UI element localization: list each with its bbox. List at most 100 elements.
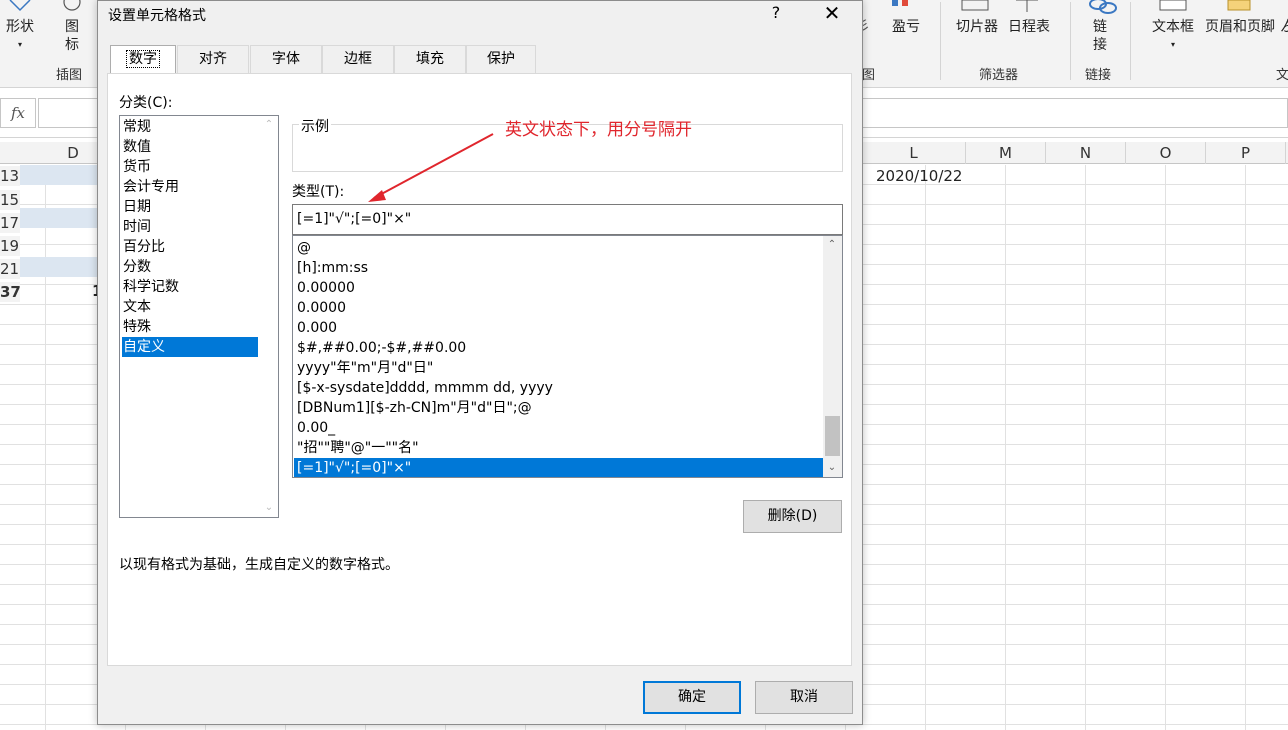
format-item-selected[interactable]: [=1]"√";[=0]"×" — [294, 458, 824, 477]
category-custom[interactable]: 自定义 — [122, 337, 258, 357]
row-header[interactable]: 15 — [0, 190, 20, 210]
insert-function-icon[interactable]: fx — [0, 98, 36, 128]
format-item[interactable]: 0.00000 — [294, 278, 824, 298]
category-scrollbar[interactable]: ⌃ ⌄ — [260, 116, 278, 517]
link-button[interactable]: 链 接 — [1088, 18, 1112, 54]
column-header-d[interactable]: D — [45, 142, 102, 164]
tab-alignment[interactable]: 对齐 — [177, 45, 249, 73]
icons-icon — [63, 0, 81, 11]
dropdown-arrow-icon: ▾ — [17, 40, 22, 49]
description-text: 以现有格式为基础，生成自定义的数字格式。 — [119, 557, 399, 573]
tab-number[interactable]: 数字 — [110, 45, 176, 74]
textbox-icon — [1159, 0, 1187, 11]
timeline-icon — [1016, 0, 1038, 12]
row-header[interactable]: 19 — [0, 236, 20, 256]
timeline-button[interactable]: 日程表 — [1004, 18, 1054, 36]
format-item[interactable]: [DBNum1][$-zh-CN]m"月"d"日";@ — [294, 398, 824, 418]
category-time[interactable]: 时间 — [122, 217, 258, 237]
category-special[interactable]: 特殊 — [122, 317, 258, 337]
category-date[interactable]: 日期 — [122, 197, 258, 217]
banded-row — [20, 257, 98, 277]
category-number[interactable]: 数值 — [122, 137, 258, 157]
row-header[interactable]: 21 — [0, 259, 20, 279]
column-header-n[interactable]: N — [1046, 142, 1126, 164]
ribbon-separator — [1130, 2, 1131, 80]
annotation-arrow-icon — [368, 133, 494, 202]
slicer-icon — [961, 0, 989, 11]
category-scientific[interactable]: 科学记数 — [122, 277, 258, 297]
tab-protection[interactable]: 保护 — [466, 45, 536, 73]
help-button[interactable]: ? — [766, 3, 786, 22]
format-item[interactable]: $#,##0.00;-$#,##0.00 — [294, 338, 824, 358]
icons-button[interactable]: 图 标 — [58, 18, 86, 54]
format-item[interactable]: yyyy"年"m"月"d"日" — [294, 358, 824, 378]
dropdown-arrow-icon: ▾ — [1170, 40, 1175, 49]
slicer-button[interactable]: 切片器 — [952, 18, 1002, 36]
tab-fill[interactable]: 填充 — [394, 45, 466, 73]
scroll-up-icon[interactable]: ⌃ — [823, 236, 841, 254]
ribbon-separator — [1070, 2, 1071, 80]
format-item[interactable]: 0.0000 — [294, 298, 824, 318]
scroll-up-icon[interactable]: ⌃ — [260, 116, 278, 134]
row-header[interactable]: 37 — [0, 282, 21, 302]
dialog-title: 设置单元格格式 — [108, 8, 206, 24]
header-footer-icon — [1227, 0, 1251, 11]
scrollbar-thumb[interactable] — [825, 416, 840, 456]
sparklines-group-label: 图 — [862, 68, 876, 83]
textbox-button[interactable]: 文本框 ▾ — [1148, 18, 1198, 54]
icons-label-1: 图 — [65, 19, 79, 35]
sparkline-icon — [892, 0, 908, 6]
filters-group-label: 筛选器 — [979, 68, 1019, 83]
type-input[interactable]: [=1]"√";[=0]"×" — [292, 204, 843, 235]
close-icon[interactable]: ✕ — [820, 1, 844, 25]
category-general[interactable]: 常规 — [122, 117, 258, 137]
links-group-label: 链接 — [1085, 68, 1112, 83]
link-icon — [1089, 0, 1117, 14]
scroll-down-icon[interactable]: ⌄ — [260, 499, 278, 517]
illustrations-group-label: 插图 — [56, 68, 83, 83]
format-item[interactable]: "招""聘"@"一""名" — [294, 438, 824, 458]
row-header[interactable]: 13 — [0, 166, 20, 186]
category-currency[interactable]: 货币 — [122, 157, 258, 177]
link-label-2: 接 — [1093, 37, 1107, 53]
category-percentage[interactable]: 百分比 — [122, 237, 258, 257]
shapes-label: 形状 — [6, 19, 34, 35]
banded-row — [20, 208, 98, 228]
header-footer-button[interactable]: 页眉和页脚 — [1200, 18, 1280, 36]
delete-button[interactable]: 删除(D) — [743, 500, 842, 533]
annotation-text: 英文状态下，用分号隔开 — [505, 120, 692, 140]
text-group-label: 文 — [1276, 68, 1288, 83]
scroll-down-icon[interactable]: ⌄ — [823, 459, 841, 477]
row-header[interactable]: 17 — [0, 213, 20, 233]
format-code-list[interactable]: @ [h]:mm:ss 0.00000 0.0000 0.000 $#,##0.… — [292, 235, 843, 478]
format-item[interactable]: 0.000 — [294, 318, 824, 338]
category-list[interactable]: 常规 数值 货币 会计专用 日期 时间 百分比 分数 科学记数 文本 特殊 自定… — [119, 115, 279, 518]
link-label-1: 链 — [1093, 19, 1107, 35]
cancel-button[interactable]: 取消 — [755, 681, 853, 714]
sample-label: 示例 — [299, 116, 331, 136]
column-header-m[interactable]: M — [966, 142, 1046, 164]
cell-l-date[interactable]: 2020/10/22 — [876, 167, 962, 185]
category-label: 分类(C): — [119, 95, 173, 111]
format-item[interactable]: [$-x-sysdate]dddd, mmmm dd, yyyy — [294, 378, 824, 398]
category-accounting[interactable]: 会计专用 — [122, 177, 258, 197]
icons-label-2: 标 — [65, 37, 79, 53]
format-item[interactable]: @ — [294, 238, 824, 258]
column-header-p[interactable]: P — [1206, 142, 1286, 164]
format-cells-dialog: 设置单元格格式 ? ✕ 数字 对齐 字体 边框 填充 保护 分类(C): 常规 … — [97, 0, 863, 725]
format-item[interactable]: [h]:mm:ss — [294, 258, 824, 278]
tab-border[interactable]: 边框 — [322, 45, 394, 73]
format-item[interactable]: 0.00_ — [294, 418, 824, 438]
tab-font[interactable]: 字体 — [250, 45, 322, 73]
category-fraction[interactable]: 分数 — [122, 257, 258, 277]
format-list-scrollbar[interactable]: ⌃ ⌄ — [823, 236, 842, 477]
win-loss-button[interactable]: 盈亏 — [888, 18, 924, 36]
shapes-button[interactable]: 形状 ▾ — [2, 18, 38, 54]
ok-button[interactable]: 确定 — [643, 681, 741, 714]
shapes-icon — [9, 0, 31, 12]
column-header-l[interactable]: L — [862, 142, 966, 164]
tab-number-label: 数字 — [126, 50, 160, 68]
column-header-o[interactable]: O — [1126, 142, 1206, 164]
type-label: 类型(T): — [292, 184, 345, 200]
category-text[interactable]: 文本 — [122, 297, 258, 317]
